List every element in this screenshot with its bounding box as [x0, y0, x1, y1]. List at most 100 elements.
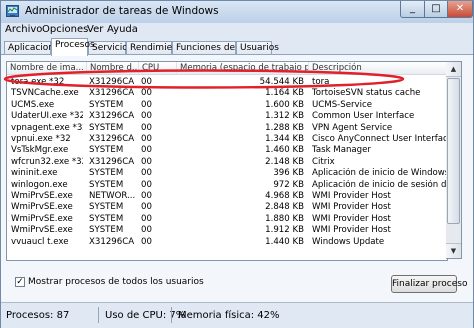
process-memory: 2.148 KB: [265, 156, 304, 167]
tab-funciones-de-red[interactable]: Funciones de red: [172, 41, 253, 54]
task-manager-icon: [6, 5, 19, 17]
process-cpu: 00: [141, 225, 152, 236]
process-cpu: 00: [141, 111, 152, 122]
process-description: Cisco AnyConnect User Interface: [312, 134, 447, 144]
title-bar[interactable]: Administrador de tareas de Windows _ □ ✕: [1, 1, 473, 23]
process-memory: 396 KB: [273, 168, 304, 179]
tab-aplicaciones[interactable]: Aplicaciones: [4, 41, 64, 54]
tab-usuarios[interactable]: Usuarios: [236, 41, 279, 54]
process-cpu: 00: [141, 236, 152, 247]
end-process-button[interactable]: Finalizar proceso: [391, 275, 467, 293]
process-description: WMI Provider Host: [312, 213, 391, 224]
process-name: WmiPrvSE.exe: [11, 225, 73, 236]
process-description: Citrix: [312, 156, 335, 167]
process-user: SYSTEM: [89, 122, 124, 133]
process-cpu: 00: [141, 179, 152, 190]
task-manager-window: Administrador de tareas de Windows _ □ ✕…: [0, 0, 474, 328]
table-row[interactable]: winlogon.exe SYSTEM 00 972 KB Aplicación de …: [7, 180, 447, 191]
scroll-up-arrow-icon[interactable]: ▲: [446, 62, 461, 77]
process-user: X31296CA: [89, 134, 135, 144]
process-name: UdaterUI.exe *32: [11, 111, 83, 122]
process-description: Aplicación de inicio de sesión de Window…: [312, 179, 447, 190]
maximize-button[interactable]: □: [424, 1, 448, 18]
minimize-button[interactable]: _: [400, 1, 425, 18]
process-memory: 4.968 KB: [265, 191, 304, 201]
process-memory: 972 KB: [273, 179, 304, 190]
process-cpu: 00: [141, 213, 152, 224]
show-all-users-checkbox[interactable]: ✓: [15, 277, 25, 287]
process-user: SYSTEM: [89, 179, 124, 190]
table-row[interactable]: wfcrun32.exe *32 X31296CA 00 2.148 KB Citrix: [7, 157, 447, 168]
process-user: SYSTEM: [89, 213, 124, 224]
process-name: wininit.exe: [11, 168, 58, 179]
table-row[interactable]: WmiPrvSE.exe SYSTEM 00 1.912 KB WMI Provider…: [7, 225, 447, 236]
process-cpu: 00: [141, 134, 152, 144]
status-bar: Procesos: 87 Uso de CPU: 7% Memoria físi…: [1, 302, 473, 328]
process-memory: 1.600 KB: [265, 99, 304, 110]
process-description: Task Manager: [312, 145, 371, 156]
annotation-circle: [3, 69, 405, 89]
menu-ayuda[interactable]: Ayuda: [107, 24, 138, 35]
menu-archivo[interactable]: Archivo: [5, 24, 42, 35]
process-user: SYSTEM: [89, 202, 124, 213]
process-name: vpnagent.exe *32: [11, 122, 83, 133]
table-row[interactable]: wininit.exe SYSTEM 00 396 KB Aplicación de i…: [7, 168, 447, 179]
process-memory: 1.312 KB: [265, 111, 304, 122]
status-separator: [98, 307, 99, 323]
process-user: SYSTEM: [89, 168, 124, 179]
process-description: Aplicación de inicio de Windows: [312, 168, 447, 179]
menu-opciones[interactable]: Opciones: [42, 24, 88, 35]
process-description: WMI Provider Host: [312, 191, 391, 201]
process-user: NETWOR...: [89, 191, 136, 201]
process-cpu: 00: [141, 88, 152, 99]
close-button[interactable]: ✕: [447, 1, 473, 18]
scroll-down-arrow-icon[interactable]: ▼: [446, 243, 461, 258]
process-name: TSVNCache.exe: [11, 88, 79, 99]
process-memory: 2.848 KB: [265, 202, 304, 213]
tab-procesos[interactable]: Procesos: [51, 38, 95, 56]
process-cpu: 00: [141, 191, 152, 201]
process-user: X31296CA: [89, 156, 135, 167]
process-user: X31296CA: [89, 88, 135, 99]
process-list-scrollbar[interactable]: ▲ ▼: [446, 61, 462, 259]
table-row[interactable]: WmiPrvSE.exe SYSTEM 00 1.880 KB WMI Provider…: [7, 214, 447, 225]
process-name: UCMS.exe: [11, 99, 55, 110]
process-name: WmiPrvSE.exe: [11, 213, 73, 224]
process-cpu: 00: [141, 168, 152, 179]
process-name: WmiPrvSE.exe: [11, 202, 73, 213]
process-user: X31296CA: [89, 111, 135, 122]
process-user: X31296CA: [89, 236, 135, 247]
table-row[interactable]: VsTskMgr.exe SYSTEM 00 1.460 KB Task Manager: [7, 145, 447, 156]
process-user: SYSTEM: [89, 225, 124, 236]
tab-rendimiento[interactable]: Rendimiento: [126, 41, 187, 54]
table-row[interactable]: vpnui.exe *32 X31296CA 00 1.344 KB Cisco Any…: [7, 134, 447, 145]
process-description: WMI Provider Host: [312, 202, 391, 213]
show-all-users-label: Mostrar procesos de todos los usuarios: [28, 277, 204, 287]
process-memory: 1.344 KB: [265, 134, 304, 144]
window-title: Administrador de tareas de Windows: [25, 5, 219, 17]
table-row[interactable]: TSVNCache.exe X31296CA 00 1.164 KB TortoiseS…: [7, 88, 447, 99]
process-description: TortoiseSVN status cache: [312, 88, 421, 99]
menu-ver[interactable]: Ver: [87, 24, 103, 35]
tab-strip: Aplicaciones Procesos Servicios Rendimie…: [1, 37, 473, 56]
process-description: Common User Interface: [312, 111, 415, 122]
process-memory: 1.440 KB: [265, 236, 304, 247]
process-description: WMI Provider Host: [312, 225, 391, 236]
table-row[interactable]: WmiPrvSE.exe SYSTEM 00 2.848 KB WMI Provider…: [7, 202, 447, 213]
scroll-thumb[interactable]: [447, 78, 460, 224]
process-name: winlogon.exe: [11, 179, 68, 190]
process-user: SYSTEM: [89, 145, 124, 156]
process-name: wfcrun32.exe *32: [11, 156, 83, 167]
table-row[interactable]: vvuaucl t.exe X31296CA 00 1.440 KB Windows U…: [7, 237, 447, 248]
table-row[interactable]: UCMS.exe SYSTEM 00 1.600 KB UCMS-Service: [7, 100, 447, 111]
table-row[interactable]: WmiPrvSE.exe NETWOR... 00 4.968 KB WMI Provi…: [7, 191, 447, 202]
process-list[interactable]: Nombre de ima... Nombre d... CPU Memoria…: [6, 61, 448, 261]
table-row[interactable]: vpnagent.exe *32 SYSTEM 00 1.288 KB VPN Agen…: [7, 123, 447, 134]
status-separator: [171, 307, 172, 323]
process-memory: 1.912 KB: [265, 225, 304, 236]
process-cpu: 00: [141, 122, 152, 133]
process-cpu: 00: [141, 99, 152, 110]
process-cpu: 00: [141, 145, 152, 156]
status-process-count: Procesos: 87: [6, 310, 70, 321]
table-row[interactable]: UdaterUI.exe *32 X31296CA 00 1.312 KB Common…: [7, 111, 447, 122]
